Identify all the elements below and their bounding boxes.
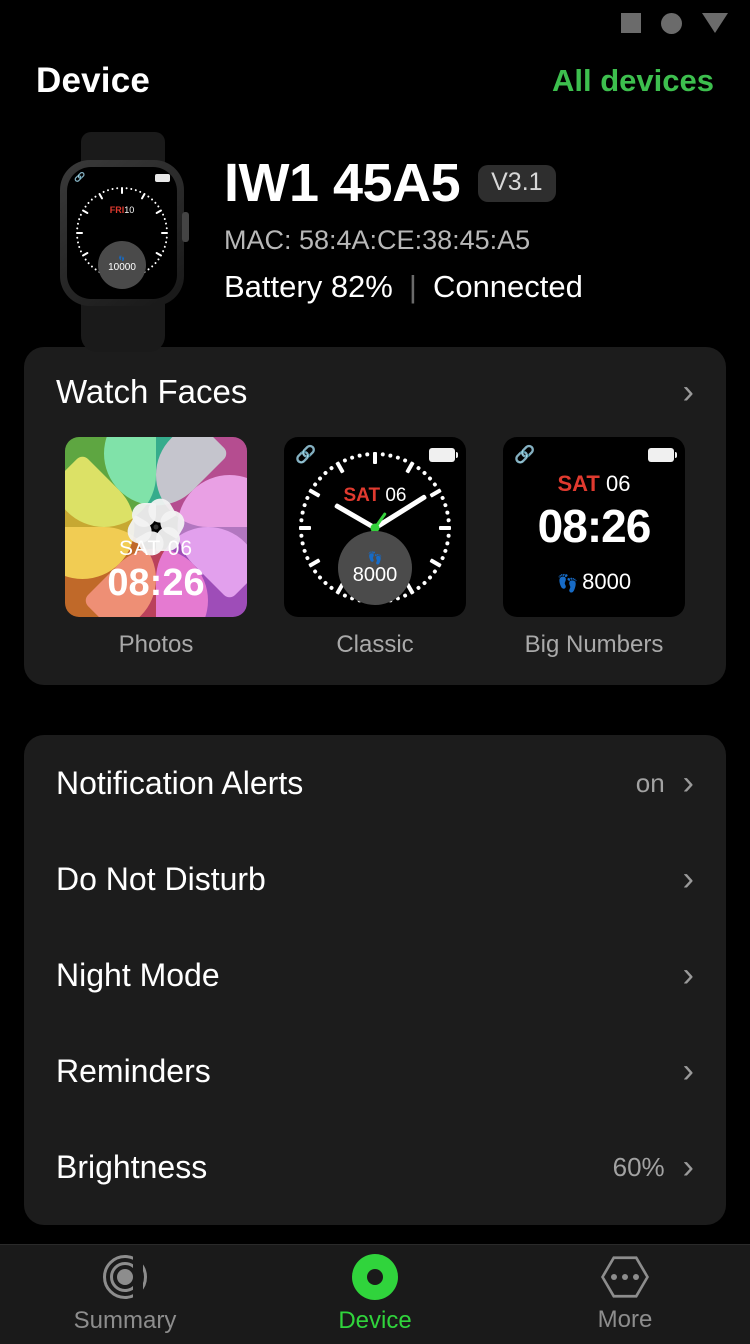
settings-row-right: ›: [665, 862, 694, 896]
photos-datenum: 06: [167, 537, 194, 560]
link-icon: 🔗: [74, 172, 86, 182]
watch-face-label-big-numbers: Big Numbers: [524, 631, 664, 658]
settings-label: Brightness: [56, 1148, 208, 1185]
watch-face-thumb-photos[interactable]: SAT 06 08:26: [65, 437, 247, 617]
settings-row-night-mode[interactable]: Night Mode ›: [24, 927, 726, 1023]
settings-value: on: [635, 767, 665, 798]
watch-preview-face: 🔗 FRI10 👣 10000: [67, 167, 177, 299]
circle-icon: [661, 12, 682, 34]
link-icon: 🔗: [514, 445, 536, 464]
footprints-icon: 👣: [367, 550, 383, 565]
all-devices-link[interactable]: All devices: [552, 63, 714, 99]
tab-more[interactable]: More: [500, 1255, 750, 1334]
page-header: Device All devices: [0, 46, 750, 116]
settings-row-reminders[interactable]: Reminders ›: [24, 1023, 726, 1119]
chevron-right-icon[interactable]: ›: [683, 958, 694, 992]
big-numbers-face-date: SAT 06: [503, 471, 685, 497]
device-settings-card: Notification Alerts on › Do Not Disturb …: [24, 735, 726, 1225]
watch-faces-row: SAT 06 08:26 Photos 🔗 SAT 06 👣 8000 Clas…: [24, 415, 726, 659]
photos-face-date: SAT 06: [65, 537, 247, 561]
triangle-down-icon: [702, 13, 728, 33]
watch-face-option-big-numbers[interactable]: 🔗 SAT 06 08:26 👣 8000 Big Numbers: [503, 437, 685, 659]
watch-faces-header[interactable]: Watch Faces ›: [24, 369, 726, 415]
watch-faces-card: Watch Faces › SAT 06 08:26 Photos 🔗 SAT …: [24, 347, 726, 685]
device-hero: 🔗 FRI10 👣 10000 IW1 45A5 V3.1 MAC: 58:4A…: [0, 116, 750, 352]
device-mac: MAC: 58:4A:CE:38:45:A5: [224, 225, 531, 255]
device-dot-icon: [352, 1254, 398, 1300]
app-screen: Device All devices 🔗 FRI10 👣 10000 IW1 4…: [0, 0, 750, 1344]
chevron-right-icon[interactable]: ›: [683, 1054, 694, 1088]
tab-label-more: More: [597, 1306, 653, 1333]
big-numbers-day: SAT: [557, 471, 600, 496]
classic-steps-value: 8000: [352, 563, 398, 586]
watch-faces-title: Watch Faces: [56, 373, 248, 410]
classic-datenum: 06: [385, 485, 407, 506]
hero-day: FRI: [109, 205, 125, 215]
watch-face-thumb-classic[interactable]: 🔗 SAT 06 👣 8000: [284, 437, 466, 617]
chevron-right-icon[interactable]: ›: [683, 375, 694, 409]
big-numbers-datenum: 06: [606, 471, 631, 496]
battery-icon: [155, 174, 170, 182]
settings-row-right: ›: [665, 958, 694, 992]
hero-datenum: 10: [124, 205, 135, 215]
status-separator: |: [408, 269, 417, 304]
classic-day: SAT: [343, 485, 381, 506]
battery-icon: [648, 448, 677, 462]
chevron-right-icon[interactable]: ›: [683, 1150, 694, 1184]
battery-text: Battery 82%: [224, 269, 393, 304]
big-numbers-steps-value: 8000: [582, 569, 632, 594]
photos-day: SAT: [118, 537, 161, 560]
settings-label: Do Not Disturb: [56, 860, 266, 897]
watch-face-label-photos: Photos: [118, 631, 194, 658]
classic-steps-subdial: 👣 8000: [338, 531, 412, 605]
device-name-row: IW1 45A5 V3.1: [224, 156, 583, 210]
photos-face-time: 08:26: [107, 562, 205, 604]
settings-label: Notification Alerts: [56, 764, 304, 801]
settings-row-right: ›: [665, 1054, 694, 1088]
link-icon: 🔗: [295, 445, 317, 464]
connection-status: Connected: [432, 269, 583, 304]
settings-row-brightness[interactable]: Brightness 60% ›: [24, 1119, 726, 1215]
settings-row-right: 60% ›: [613, 1150, 694, 1184]
tab-label-summary: Summary: [73, 1307, 177, 1334]
settings-row-do-not-disturb[interactable]: Do Not Disturb ›: [24, 831, 726, 927]
tab-label-device: Device: [338, 1307, 412, 1334]
settings-label: Reminders: [56, 1052, 211, 1089]
settings-value: 60%: [612, 1151, 665, 1182]
chevron-right-icon[interactable]: ›: [683, 766, 694, 800]
flower-dot: [153, 524, 159, 530]
settings-row-notification-alerts[interactable]: Notification Alerts on ›: [24, 735, 726, 831]
big-numbers-steps: 👣 8000: [503, 569, 685, 595]
watch-face-option-classic[interactable]: 🔗 SAT 06 👣 8000 Classic: [284, 437, 466, 659]
watch-face-label-classic: Classic: [336, 631, 414, 658]
device-info: IW1 45A5 V3.1 MAC: 58:4A:CE:38:45:A5 Bat…: [224, 138, 583, 305]
chevron-right-icon[interactable]: ›: [683, 862, 694, 896]
hexagon-ellipsis-icon: [601, 1255, 649, 1299]
watch-face-thumb-big-numbers[interactable]: 🔗 SAT 06 08:26 👣 8000: [503, 437, 685, 617]
target-rings-icon: [102, 1254, 148, 1300]
status-bar: [0, 0, 750, 46]
device-status: Battery 82% | Connected: [224, 269, 583, 305]
page-title: Device: [36, 61, 151, 100]
battery-icon: [429, 448, 458, 462]
footprints-icon: 👣: [556, 574, 579, 593]
tab-device[interactable]: Device: [250, 1254, 500, 1335]
hero-date: FRI10: [110, 205, 135, 215]
settings-label: Night Mode: [56, 956, 220, 993]
tab-summary[interactable]: Summary: [0, 1254, 250, 1335]
watch-body: 🔗 FRI10 👣 10000: [60, 160, 189, 306]
device-name: IW1 45A5: [224, 153, 461, 213]
watch-face-option-photos[interactable]: SAT 06 08:26 Photos: [65, 437, 247, 659]
hero-steps-value: 10000: [108, 262, 136, 273]
bottom-tab-bar: Summary Device More: [0, 1244, 750, 1344]
classic-face-date: SAT 06: [284, 485, 466, 507]
hero-steps-subdial: 👣 10000: [98, 241, 146, 289]
square-icon: [621, 13, 641, 33]
big-numbers-face-time: 08:26: [537, 500, 652, 552]
firmware-version-badge: V3.1: [478, 164, 556, 202]
settings-row-right: on ›: [636, 766, 694, 800]
watch-crown: [182, 212, 189, 242]
